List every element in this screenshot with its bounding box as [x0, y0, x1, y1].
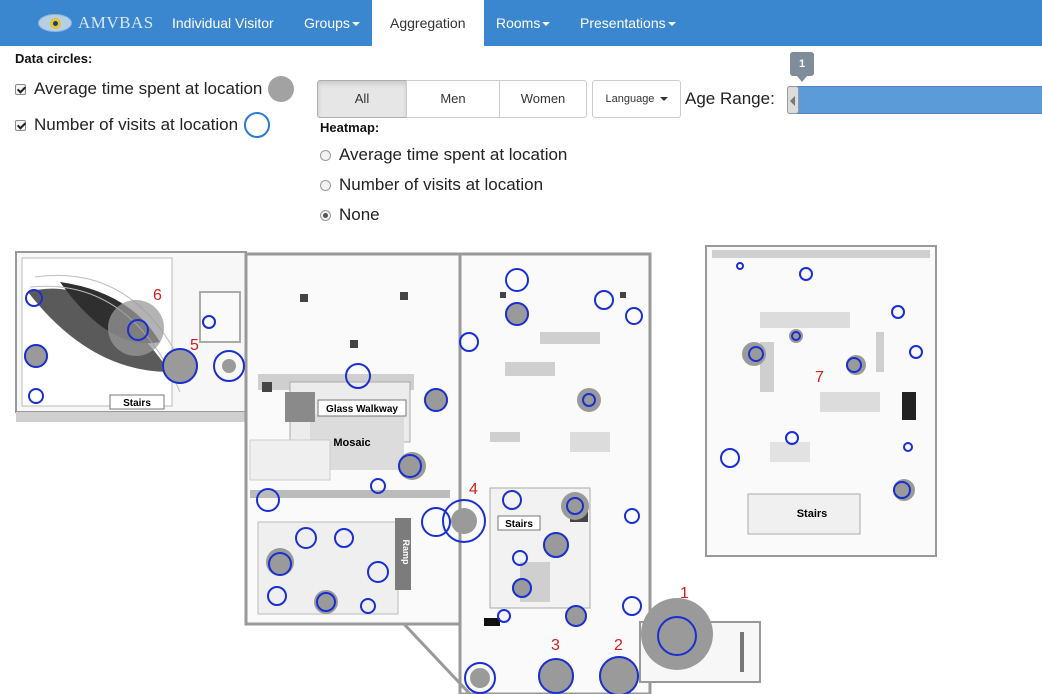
- nav-aggregation[interactable]: Aggregation: [372, 0, 484, 46]
- nav-groups-dropdown[interactable]: Groups: [304, 0, 360, 46]
- caret-down-icon: [659, 97, 668, 102]
- caret-down-icon: [542, 22, 551, 27]
- top-navbar: AMVBAS Individual Visitor Groups Aggrega…: [0, 0, 1042, 46]
- time-circle[interactable]: [108, 300, 164, 356]
- location-number-3: 3: [551, 637, 560, 654]
- filled-circle-legend-icon: [268, 76, 295, 102]
- nav-label: Presentations: [580, 15, 666, 31]
- heatmap-option-avg-time[interactable]: Average time spent at location: [320, 145, 567, 165]
- visits-checkbox[interactable]: [15, 119, 26, 131]
- language-dropdown-button[interactable]: Language: [592, 80, 681, 118]
- room-label-stairs: Stairs: [123, 398, 151, 409]
- heatmap-option-visits[interactable]: Number of visits at location: [320, 175, 543, 195]
- heatmap-none-radio[interactable]: [320, 209, 331, 221]
- avg-time-checkbox[interactable]: [15, 83, 26, 95]
- location-number-6: 6: [153, 287, 162, 304]
- age-range-slider-track[interactable]: [787, 86, 1042, 114]
- brand-logo[interactable]: AMVBAS: [38, 6, 154, 40]
- room-label-glass-walkway: Glass Walkway: [326, 404, 398, 415]
- ring-circle-legend-icon: [244, 112, 271, 138]
- data-circles-title: Data circles:: [15, 51, 93, 66]
- nav-label: Groups: [304, 15, 350, 31]
- nav-label: Aggregation: [390, 15, 466, 31]
- time-circle[interactable]: [470, 668, 490, 688]
- language-label: Language: [605, 93, 655, 105]
- age-range-slider-handle[interactable]: [787, 86, 799, 114]
- location-number-7: 7: [815, 369, 824, 386]
- filter-men-button[interactable]: Men: [406, 80, 500, 118]
- museum-floor-map[interactable]: Stairs Glass Walkway Mosaic Stairs Ramp …: [0, 232, 1042, 694]
- time-circle[interactable]: [641, 598, 713, 670]
- age-range-label: Age Range:: [685, 89, 775, 108]
- gender-filter-group: All Men Women: [317, 80, 587, 118]
- location-number-4: 4: [469, 481, 478, 498]
- brand-name: AMVBAS: [78, 13, 154, 32]
- heatmap-option-none[interactable]: None: [320, 205, 380, 225]
- heatmap-avg-time-radio[interactable]: [320, 149, 331, 161]
- location-number-5: 5: [190, 337, 199, 354]
- room-label-ramp: Ramp: [401, 539, 411, 565]
- nav-rooms-dropdown[interactable]: Rooms: [496, 0, 551, 46]
- nav-label: Individual Visitor: [172, 15, 274, 31]
- visits-circle-option[interactable]: Number of visits at location: [15, 112, 271, 138]
- heatmap-option-label: Number of visits at location: [339, 175, 544, 194]
- time-circle[interactable]: [561, 492, 589, 520]
- avg-time-label: Average time spent at location: [34, 79, 263, 98]
- nav-label: Rooms: [496, 15, 541, 31]
- time-circle[interactable]: [451, 508, 477, 534]
- location-number-2: 2: [614, 637, 623, 654]
- heatmap-title: Heatmap:: [320, 120, 380, 135]
- heatmap-option-label: Average time spent at location: [339, 145, 568, 164]
- room-label-stairs: Stairs: [505, 519, 533, 530]
- nav-individual-visitor[interactable]: Individual Visitor: [172, 0, 274, 46]
- heatmap-visits-radio[interactable]: [320, 179, 331, 191]
- location-number-1: 1: [680, 585, 689, 602]
- time-circle[interactable]: [222, 359, 236, 373]
- room-label-stairs: Stairs: [797, 508, 828, 520]
- room-label-mosaic: Mosaic: [333, 437, 370, 449]
- filter-women-button[interactable]: Women: [499, 80, 587, 118]
- caret-down-icon: [667, 22, 676, 27]
- caret-down-icon: [351, 22, 360, 27]
- heatmap-option-label: None: [339, 205, 380, 224]
- eye-logo-icon: [38, 14, 72, 32]
- visits-label: Number of visits at location: [34, 115, 239, 134]
- time-circle[interactable]: [577, 388, 601, 412]
- avg-time-circle-option[interactable]: Average time spent at location: [15, 76, 295, 102]
- filter-all-button[interactable]: All: [317, 80, 407, 118]
- age-range-tooltip: 1: [790, 52, 814, 82]
- nav-presentations-dropdown[interactable]: Presentations: [580, 0, 676, 46]
